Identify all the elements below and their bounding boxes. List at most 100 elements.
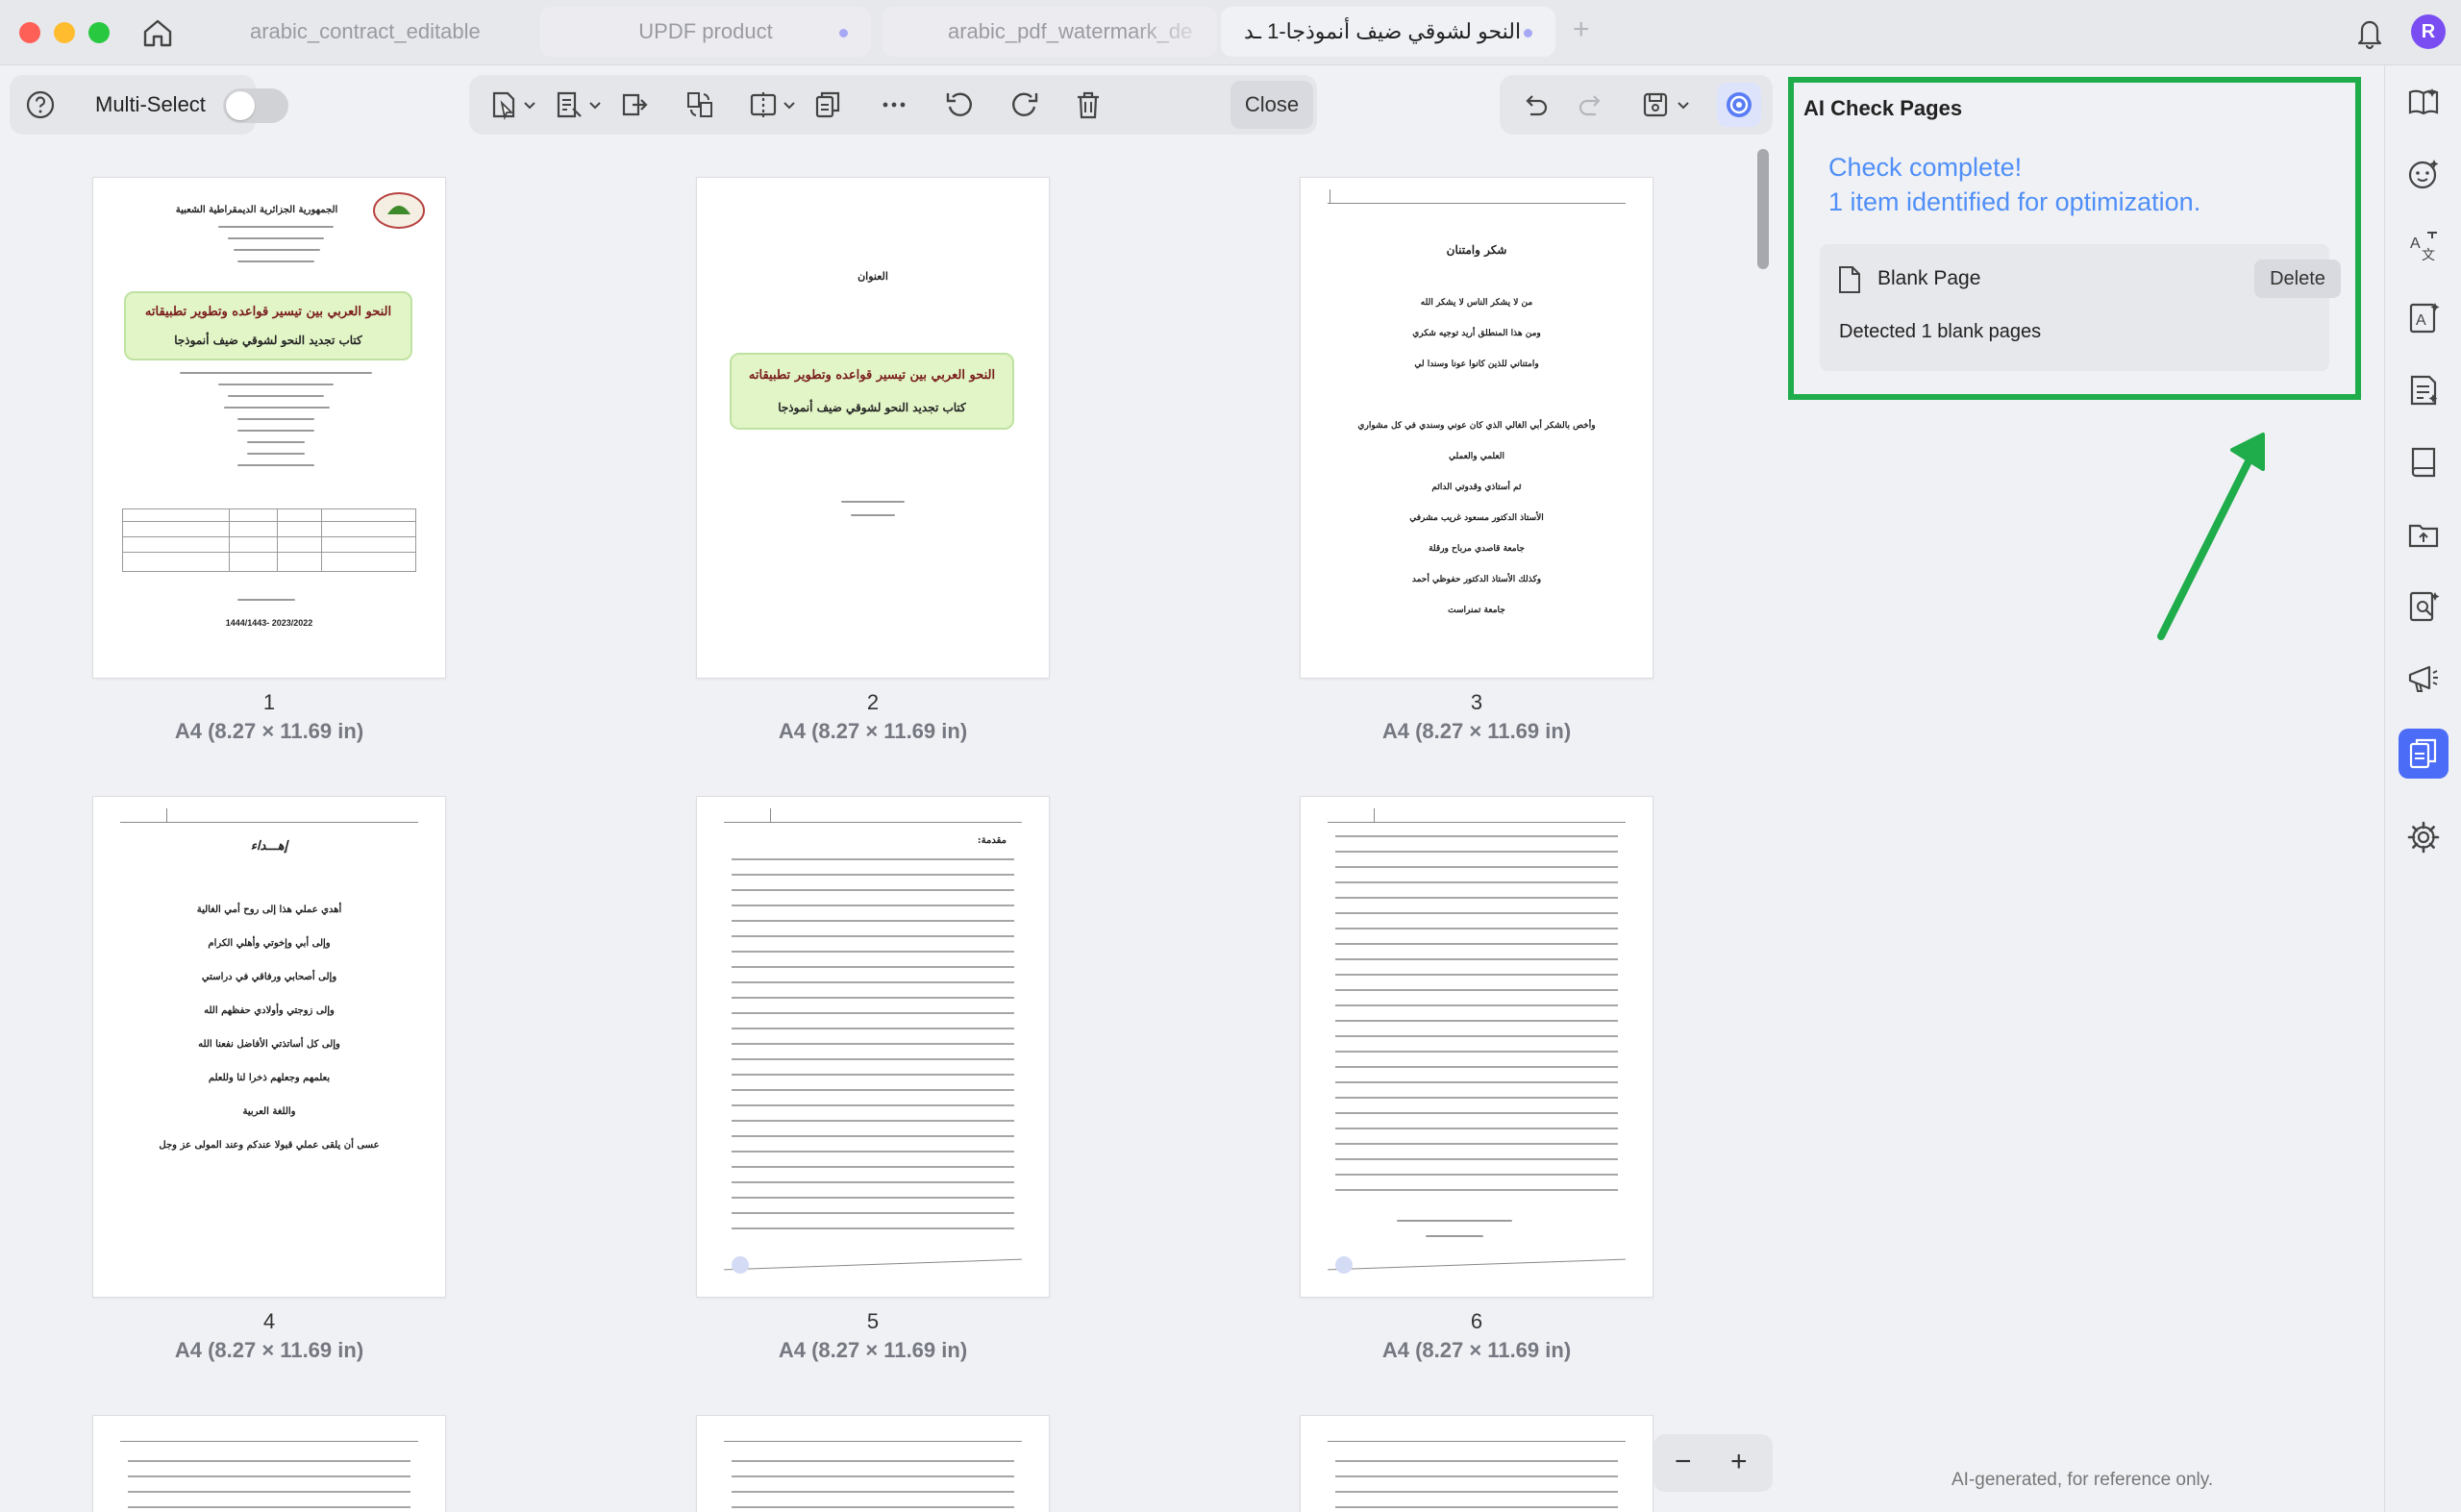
presentation-icon[interactable]	[2406, 661, 2441, 696]
text-line: وامتناني للذين كانوا عونا وسندا لي	[1414, 359, 1539, 369]
multi-select-toggle[interactable]	[223, 88, 288, 123]
text-line: العلمي والعملي	[1448, 452, 1505, 461]
page-size: A4 (8.27 × 11.69 in)	[778, 1338, 968, 1362]
page-header-text: الجمهورية الجزائرية الديمقراطية الشعبية	[175, 205, 338, 215]
page-thumbnail-8[interactable]	[696, 1415, 1050, 1512]
tab-4[interactable]: النحو لشوقي ضيف أنموذجا-1 ـد	[1221, 7, 1555, 57]
rotate-right-icon[interactable]	[1009, 89, 1040, 120]
panel-title: AI Check Pages	[1803, 96, 1963, 120]
issue-card: Blank Page Delete Detected 1 blank pages	[1820, 244, 2341, 371]
chevron-down-icon[interactable]	[783, 98, 796, 112]
page-title: النحو العربي بين تيسير قواعده وتطوير تطب…	[748, 368, 996, 383]
page-thumbnail-5[interactable]: مقدمة:	[696, 796, 1050, 1298]
header-rule	[724, 822, 1022, 823]
svg-text:A: A	[2416, 312, 2426, 329]
body-text-block	[732, 1460, 1014, 1512]
page-heading: مقدمة:	[977, 835, 1007, 846]
book-icon[interactable]	[2406, 445, 2441, 480]
text-line	[218, 384, 334, 385]
ai-check-pages-panel: AI Check Pages Check complete! 1 item id…	[1788, 77, 2361, 400]
page-thumbnail-2[interactable]: العنوان النحو العربي بين تيسير قواعده وت…	[696, 177, 1050, 679]
table-divider	[123, 536, 415, 537]
multi-select-label: Multi-Select	[95, 92, 206, 116]
move-page-icon[interactable]	[619, 89, 650, 120]
page-thumbnail-7[interactable]	[92, 1415, 446, 1512]
tab-2[interactable]: UPDF product	[540, 7, 871, 57]
avatar[interactable]: R	[2411, 14, 2446, 49]
chevron-down-icon[interactable]	[523, 98, 536, 112]
header-rule	[120, 1441, 418, 1442]
chevron-down-icon[interactable]	[588, 98, 602, 112]
insert-page-icon[interactable]	[488, 89, 519, 120]
zoom-out-button[interactable]: −	[1675, 1446, 1692, 1478]
zoom-controls: − +	[1653, 1434, 1773, 1492]
extract-page-icon[interactable]	[554, 89, 584, 120]
duplicate-page-icon[interactable]	[813, 89, 844, 120]
unsaved-dot-icon	[1524, 29, 1532, 37]
right-tool-rail: A文 A	[2384, 65, 2461, 1512]
page-size: A4 (8.27 × 11.69 in)	[1381, 719, 1572, 743]
minimize-window-button[interactable]	[54, 22, 75, 43]
home-icon[interactable]	[140, 15, 175, 50]
close-window-button[interactable]	[19, 22, 40, 43]
text-line	[247, 441, 305, 443]
ai-check-button[interactable]	[1717, 83, 1761, 127]
delete-button[interactable]: Delete	[2254, 260, 2341, 298]
header-tick	[1374, 808, 1375, 822]
body-text-block	[1335, 835, 1618, 1204]
more-icon[interactable]	[879, 89, 909, 120]
reader-icon[interactable]	[2406, 85, 2441, 119]
tab-label: arabic_contract_editable	[250, 19, 481, 43]
close-button[interactable]: Close	[1230, 81, 1313, 129]
page-number: 1	[262, 690, 276, 714]
right-toolbar	[1500, 75, 1773, 135]
text-line	[237, 418, 314, 420]
text-line: من لا يشكر الناس لا يشكر الله	[1420, 298, 1533, 308]
body-text-block	[128, 1460, 410, 1512]
trash-icon[interactable]	[1073, 89, 1104, 120]
replace-page-icon[interactable]	[684, 89, 715, 120]
page-thumbnail-grid: الجمهورية الجزائرية الديمقراطية الشعبية …	[0, 142, 1730, 1512]
header-rule	[1328, 822, 1626, 823]
zoom-in-button[interactable]: +	[1730, 1446, 1748, 1478]
bell-icon[interactable]	[2353, 15, 2386, 50]
page-thumbnail-4[interactable]: إهـــداء أهدي عملي هذا إلى روح أمي الغال…	[92, 796, 446, 1298]
tab-3[interactable]: arabic_pdf_watermark_de	[882, 7, 1217, 57]
tab-1[interactable]: arabic_contract_editable	[227, 7, 561, 57]
toggle-knob	[226, 91, 255, 120]
chevron-down-icon[interactable]	[1677, 98, 1690, 112]
footer-rule	[724, 1258, 1022, 1271]
export-folder-icon[interactable]	[2406, 517, 2441, 552]
table-divider	[277, 509, 278, 571]
svg-text:文: 文	[2422, 247, 2435, 262]
page-thumbnail-1[interactable]: الجمهورية الجزائرية الديمقراطية الشعبية …	[92, 177, 446, 679]
zoom-window-button[interactable]	[88, 22, 110, 43]
text-line	[224, 407, 330, 409]
undo-icon[interactable]	[1519, 89, 1550, 120]
summarize-icon[interactable]	[2406, 373, 2441, 408]
redo-icon[interactable]	[1577, 89, 1607, 120]
title-box: النحو العربي بين تيسير قواعده وتطوير تطب…	[124, 291, 412, 360]
ocr-icon[interactable]: A	[2406, 301, 2441, 335]
gear-icon[interactable]	[2406, 820, 2441, 855]
translate-icon[interactable]: A文	[2406, 229, 2441, 263]
ai-chat-icon[interactable]	[2406, 157, 2441, 191]
split-page-icon[interactable]	[748, 89, 779, 120]
save-icon[interactable]	[1640, 89, 1671, 120]
page-thumbnail-9[interactable]	[1300, 1415, 1653, 1512]
table-divider	[123, 552, 415, 553]
text-line: عسى أن يلقى عملي قبولا عندكم وعند المولى…	[159, 1140, 380, 1151]
tab-label: النحو لشوقي ضيف أنموذجا-1 ـد	[1244, 19, 1522, 43]
svg-text:A: A	[2410, 235, 2421, 252]
page-grid-scrollbar[interactable]	[1757, 149, 1769, 269]
page-ornament-icon	[732, 1256, 749, 1274]
academic-year: 1444/1443- 2023/2022	[225, 618, 313, 628]
page-thumbnail-3[interactable]: شكر وامتنان من لا يشكر الناس لا يشكر الل…	[1300, 177, 1653, 679]
rotate-left-icon[interactable]	[944, 89, 975, 120]
search-document-icon[interactable]	[2406, 589, 2441, 624]
help-icon[interactable]	[25, 89, 56, 120]
new-tab-button[interactable]: +	[1573, 13, 1590, 46]
text-line	[218, 226, 334, 228]
page-thumbnail-6[interactable]	[1300, 796, 1653, 1298]
